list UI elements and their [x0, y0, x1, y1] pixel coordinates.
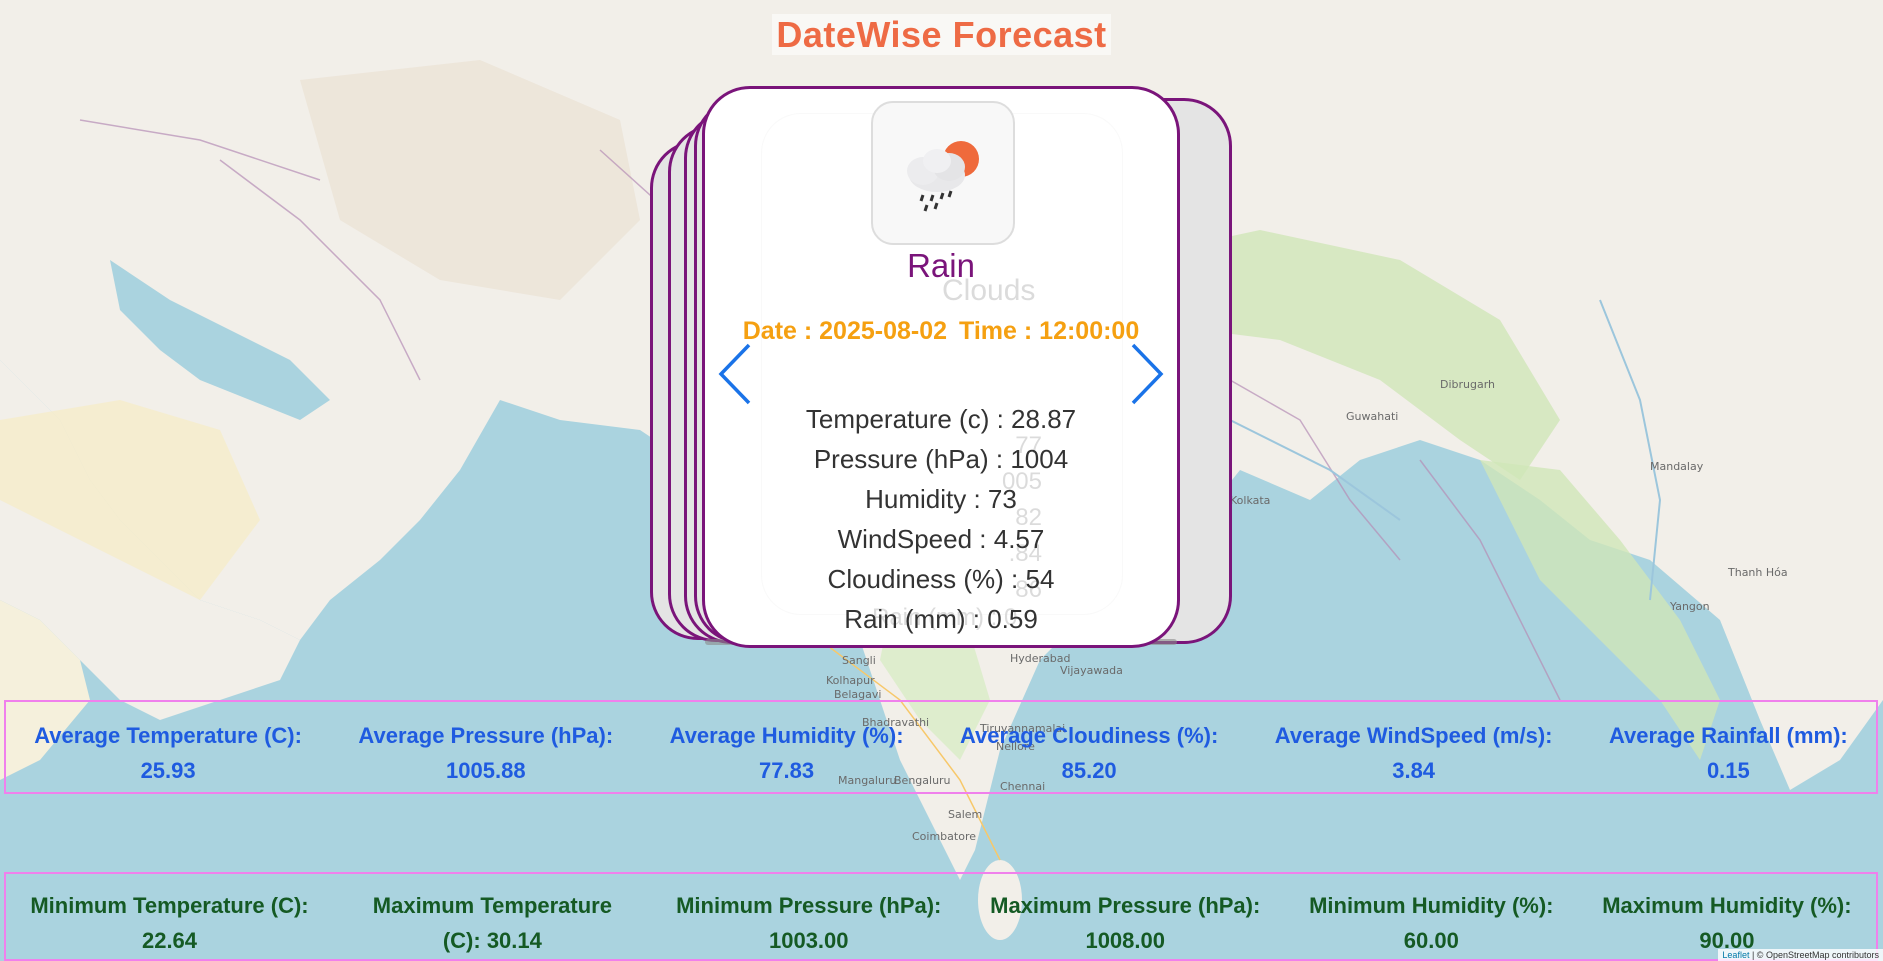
- map-label: Guwahati: [1346, 410, 1399, 423]
- avg-rainfall: Average Rainfall (mm): 0.15: [1609, 718, 1848, 788]
- stat-value: 1005.88: [446, 758, 526, 783]
- map-label: Thanh Hóa: [1728, 566, 1788, 579]
- map-label: Mandalay: [1650, 460, 1704, 473]
- map-label: Kolhapur: [826, 674, 875, 687]
- metric-humidity: Humidity : 73: [865, 484, 1017, 514]
- avg-windspeed: Average WindSpeed (m/s): 3.84: [1275, 718, 1553, 788]
- stat-label: Minimum Temperature (C):: [30, 893, 309, 918]
- min-temperature: Minimum Temperature (C): 22.64: [30, 888, 308, 958]
- stat-label: Maximum Humidity (%):: [1602, 893, 1852, 918]
- rain-cloud-sun-icon: [907, 141, 979, 212]
- metric-cloudiness: Cloudiness (%) : 54: [827, 564, 1055, 594]
- stat-value: 0.15: [1706, 758, 1750, 783]
- metric-rain: Rain (mm) : 0.59: [844, 604, 1038, 634]
- stat-label: Minimum Humidity (%):: [1309, 893, 1554, 918]
- osm-attribution[interactable]: | © OpenStreetMap contributors: [1752, 950, 1879, 960]
- stat-label: Minimum Pressure (hPa):: [676, 893, 942, 918]
- minmax-panel: Minimum Temperature (C): 22.64 Maximum T…: [4, 872, 1878, 961]
- stat-value: 1003.00: [768, 928, 849, 953]
- stat-value: 3.84: [1392, 758, 1436, 783]
- map-label: Dibrugarh: [1440, 378, 1496, 391]
- stat-label: Average Temperature (C):: [34, 723, 302, 748]
- stat-value: 60.00: [1403, 928, 1459, 953]
- stat-value: 85.20: [1061, 758, 1117, 783]
- stat-value: 1008.00: [1085, 928, 1165, 953]
- metric-pressure: Pressure (hPa) : 1004: [813, 444, 1069, 474]
- stat-label: Maximum Temperature: [372, 893, 612, 918]
- avg-temperature: Average Temperature (C): 25.93: [34, 718, 302, 788]
- map-label: Yangon: [1670, 600, 1710, 613]
- metric-windspeed: WindSpeed : 4.57: [837, 524, 1045, 554]
- page-title-text: DateWise Forecast: [772, 14, 1111, 55]
- stat-label: Average Pressure (hPa):: [358, 723, 614, 748]
- metric-temperature: Temperature (c) : 28.87: [805, 404, 1077, 434]
- stat-label: Average WindSpeed (m/s):: [1274, 723, 1553, 748]
- stat-value: 22.64: [141, 928, 198, 953]
- avg-humidity: Average Humidity (%): 77.83: [670, 718, 904, 788]
- forecast-datetime: Date : 2025-08-02 Time : 12:00:00: [705, 317, 1177, 346]
- avg-pressure: Average Pressure (hPa): 1005.88: [358, 718, 613, 788]
- map-label: Salem: [948, 808, 983, 821]
- max-pressure: Maximum Pressure (hPa): 1008.00: [990, 888, 1260, 958]
- stat-label: Maximum Pressure (hPa):: [990, 893, 1261, 918]
- page-title: DateWise Forecast: [0, 14, 1883, 56]
- map-label: Coimbatore: [912, 830, 976, 843]
- stat-value: (C): 30.14: [442, 928, 542, 953]
- leaflet-link[interactable]: Leaflet: [1722, 950, 1749, 960]
- stat-label: Average Humidity (%):: [669, 723, 904, 748]
- max-humidity: Maximum Humidity (%): 90.00: [1602, 888, 1851, 958]
- min-pressure: Minimum Pressure (hPa): 1003.00: [676, 888, 941, 958]
- map-attribution: Leaflet | © OpenStreetMap contributors: [1718, 949, 1883, 961]
- weather-description: Rain: [907, 247, 975, 284]
- stat-value: 77.83: [759, 758, 815, 783]
- stat-label: Average Rainfall (mm):: [1608, 723, 1848, 748]
- forecast-date: Date : 2025-08-02: [742, 317, 948, 345]
- stat-label: Average Cloudiness (%):: [959, 723, 1219, 748]
- averages-panel: Average Temperature (C): 25.93 Average P…: [4, 700, 1878, 794]
- max-temperature: Maximum Temperature (C): 30.14: [357, 888, 627, 958]
- weather-metrics: Temperature (c) : 28.87 Pressure (hPa) :…: [705, 399, 1177, 639]
- forecast-time: Time : 12:00:00: [959, 317, 1140, 345]
- stat-value: 25.93: [140, 758, 196, 783]
- min-humidity: Minimum Humidity (%): 60.00: [1309, 888, 1553, 958]
- weather-icon-box: [871, 101, 1015, 245]
- avg-cloudiness: Average Cloudiness (%): 85.20: [960, 718, 1218, 788]
- map-label: Kolkata: [1230, 494, 1271, 507]
- map-label: Vijayawada: [1060, 664, 1123, 677]
- forecast-card: Clouds 77 005 82 .84 86 Rain (mm) : 0 Ra…: [702, 86, 1180, 648]
- map-label: Sangli: [842, 654, 876, 667]
